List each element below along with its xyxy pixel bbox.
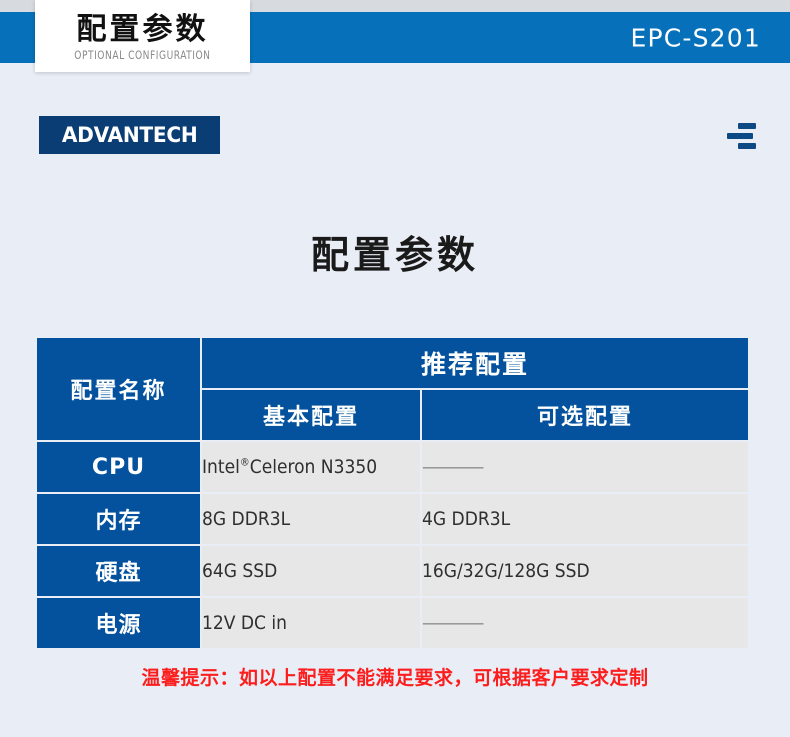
row-label-power: 电源 <box>35 596 202 650</box>
row-label-memory: 内存 <box>35 492 202 546</box>
page-title: 配置参数 <box>310 233 479 277</box>
cell-power-basic: 12V DC in <box>200 596 422 650</box>
header-recommended-config: 推荐配置 <box>199 336 751 390</box>
table-row: 电源 12V DC in ———— <box>35 596 751 650</box>
product-model-label: EPC-S201 <box>630 23 761 52</box>
cell-cpu-basic-text: Intel®Celeron N3350 <box>202 455 378 478</box>
section-badge-subtitle: OPTIONAL CONFIGURATION <box>74 48 211 63</box>
section-badge-title: 配置参数 <box>76 11 209 47</box>
header-basic-config: 基本配置 <box>200 388 422 442</box>
header-optional-config: 可选配置 <box>419 388 751 442</box>
table-row: 硬盘 64G SSD 16G/32G/128G SSD <box>35 544 751 598</box>
cell-cpu-optional: ———— <box>419 440 751 494</box>
navigation-bar: ADVANTECH <box>0 63 790 183</box>
table-row: CPU Intel®Celeron N3350 ———— <box>35 440 751 494</box>
cell-memory-basic: 8G DDR3L <box>200 492 422 546</box>
hamburger-line-bottom <box>738 143 756 149</box>
cell-power-optional: ———— <box>419 596 751 650</box>
configuration-table: 配置名称 推荐配置 基本配置 可选配置 CPU Intel®Celeron N3… <box>35 336 751 650</box>
cell-storage-optional: 16G/32G/128G SSD <box>419 544 751 598</box>
advantech-logo[interactable]: ADVANTECH <box>39 116 220 154</box>
row-label-cpu: CPU <box>35 440 202 494</box>
footer-note: 温馨提示：如以上配置不能满足要求，可根据客户要求定制 <box>141 667 649 689</box>
cell-storage-basic: 64G SSD <box>200 544 422 598</box>
advantech-logo-text: ADVANTECH <box>61 123 198 147</box>
hamburger-menu-icon[interactable] <box>727 123 757 151</box>
table-header-row-group: 配置名称 推荐配置 <box>35 336 751 442</box>
cell-cpu-basic: Intel®Celeron N3350 <box>200 440 422 494</box>
table-row: 内存 8G DDR3L 4G DDR3L <box>35 492 751 546</box>
header-config-name: 配置名称 <box>35 336 202 442</box>
row-label-storage: 硬盘 <box>35 544 202 598</box>
cell-memory-optional: 4G DDR3L <box>419 492 751 546</box>
section-badge: 配置参数 OPTIONAL CONFIGURATION <box>35 0 250 72</box>
hamburger-line-middle <box>727 133 753 139</box>
hamburger-line-top <box>738 123 756 129</box>
